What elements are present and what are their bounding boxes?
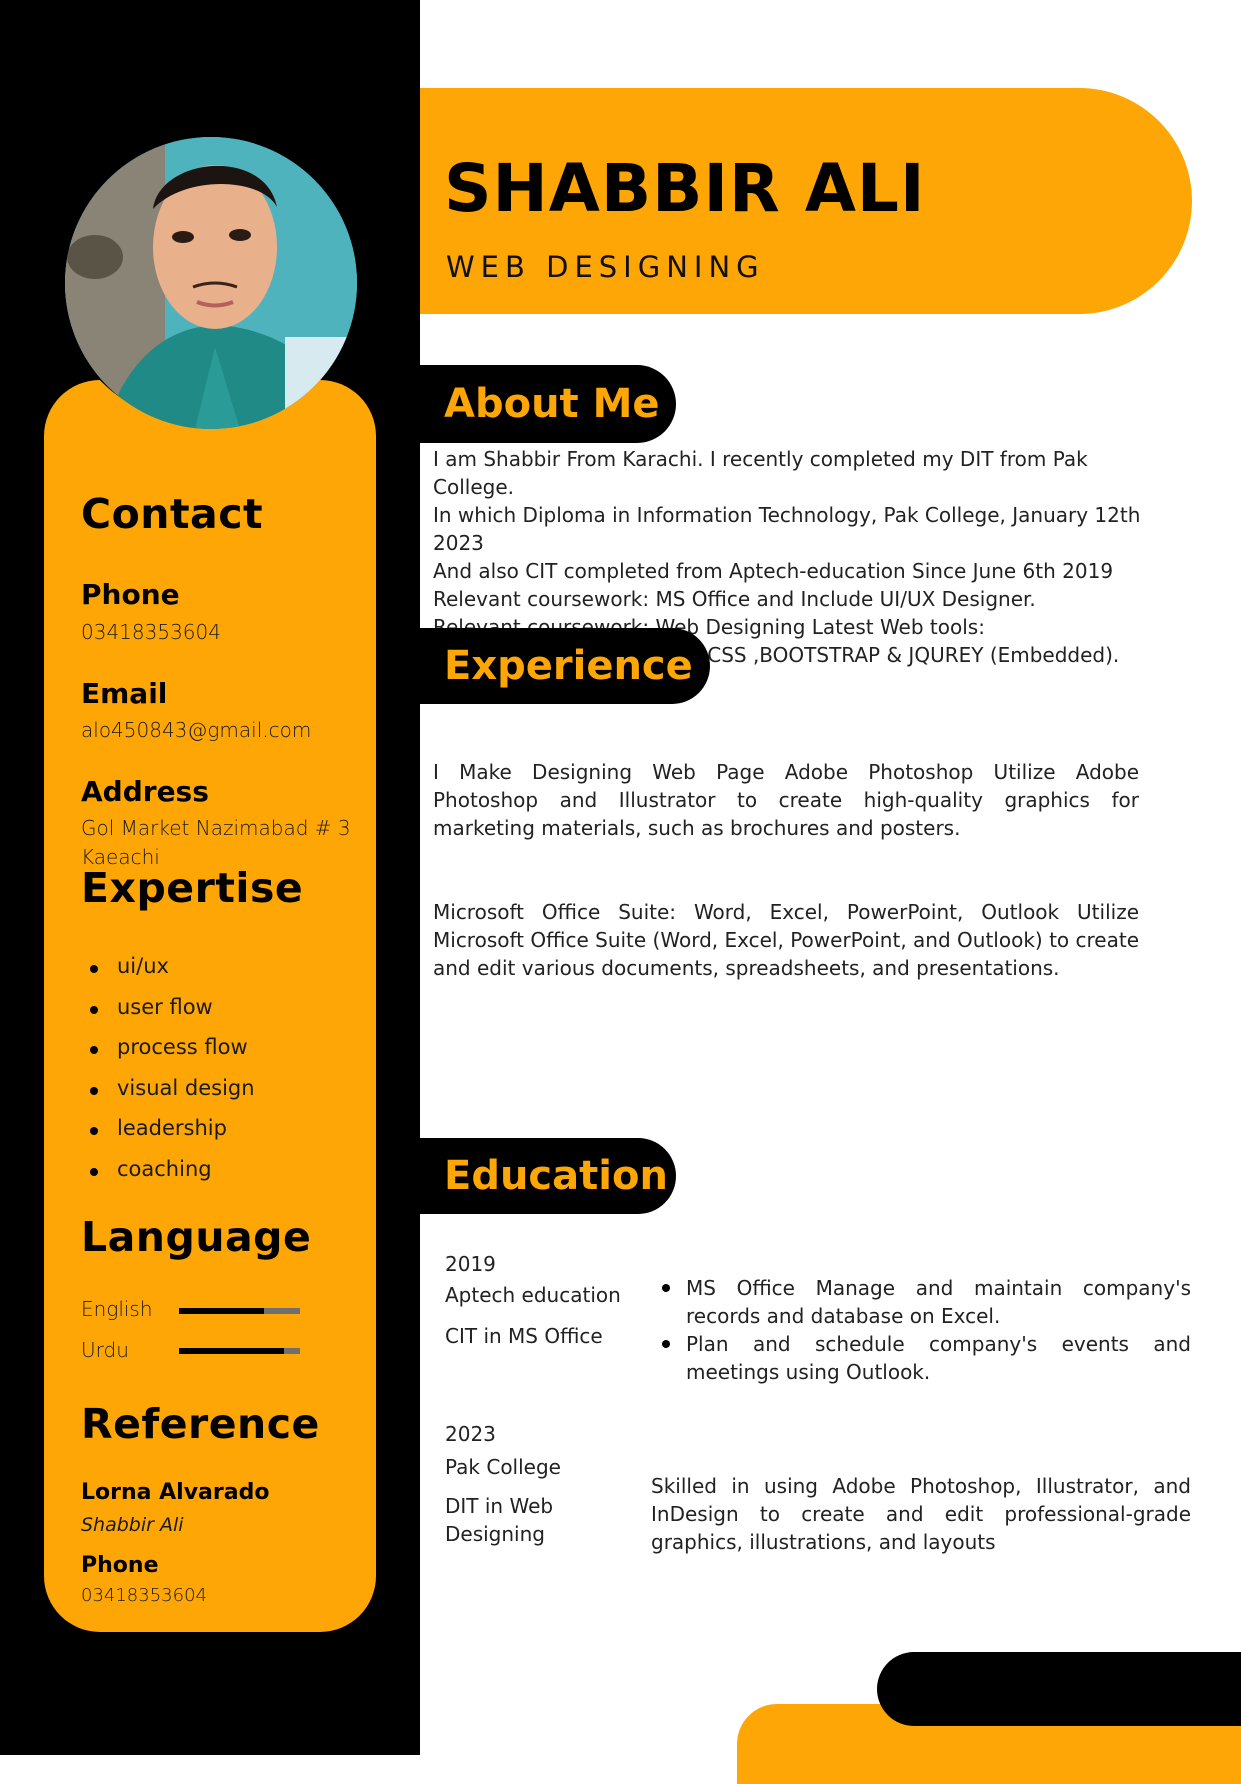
expertise-heading: Expertise (81, 864, 304, 912)
language-bar-english (179, 1308, 300, 1314)
education-school: Pak College (445, 1455, 561, 1479)
address-line-1: Gol Market Nazimabad # 3 (81, 816, 351, 840)
about-line: In which Diploma in Information Technolo… (433, 503, 1141, 555)
language-name-urdu: Urdu (81, 1338, 129, 1362)
education-bullets: MS Office Manage and maintain company's … (650, 1274, 1191, 1386)
experience-heading: Experience (420, 628, 710, 704)
education-program-line-1: DIT in Web (445, 1494, 554, 1518)
education-year: 2019 (445, 1252, 496, 1276)
language-bar-fill (179, 1308, 264, 1314)
about-line: I am Shabbir From Karachi. I recently co… (433, 447, 1088, 499)
expertise-item: process flow (81, 1035, 361, 1076)
job-title: WEB DESIGNING (446, 250, 765, 284)
language-name-english: English (81, 1297, 153, 1321)
reference-title: Shabbir Ali (81, 1514, 184, 1536)
profile-photo (65, 137, 357, 429)
expertise-item: ui/ux (81, 954, 361, 995)
phone-value: 03418353604 (81, 620, 221, 644)
education-description: Skilled in using Adobe Photoshop, Illust… (651, 1474, 1191, 1554)
expertise-item: user flow (81, 995, 361, 1036)
language-bar-urdu (179, 1348, 300, 1354)
education-bullet: MS Office Manage and maintain company's … (650, 1274, 1191, 1330)
phone-label: Phone (81, 578, 180, 611)
experience-paragraph-2: Microsoft Office Suite: Word, Excel, Pow… (433, 900, 1139, 980)
email-label: Email (81, 677, 168, 710)
education-program-line-2: Designing (445, 1522, 545, 1546)
expertise-list: ui/ux user flow process flow visual desi… (81, 954, 361, 1197)
about-heading: About Me (420, 365, 676, 443)
footer-accent-black (877, 1652, 1241, 1726)
reference-phone-label: Phone (81, 1553, 159, 1578)
about-line: And also CIT completed from Aptech-educa… (433, 559, 1114, 583)
expertise-item: coaching (81, 1157, 361, 1198)
education-heading: Education (420, 1138, 676, 1214)
education-school: Aptech education (445, 1283, 621, 1307)
language-heading: Language (81, 1213, 312, 1261)
language-bar-fill (179, 1348, 285, 1354)
reference-heading: Reference (81, 1400, 320, 1448)
experience-paragraph-1: I Make Designing Web Page Adobe Photosho… (433, 760, 1139, 840)
email-value[interactable]: alo450843@gmail.com (81, 718, 311, 742)
contact-heading: Contact (81, 490, 264, 538)
reference-name: Lorna Alvarado (81, 1480, 270, 1505)
profile-photo-illustration (65, 137, 357, 429)
expertise-item: visual design (81, 1076, 361, 1117)
person-name: SHABBIR ALI (444, 150, 926, 227)
about-line: Relevant coursework: MS Office and Inclu… (433, 587, 1036, 611)
reference-phone-value: 03418353604 (81, 1585, 207, 1606)
expertise-item: leadership (81, 1116, 361, 1157)
education-year: 2023 (445, 1422, 496, 1446)
education-bullet: Plan and schedule company's events and m… (650, 1330, 1191, 1386)
address-label: Address (81, 775, 209, 808)
education-program: CIT in MS Office (445, 1324, 603, 1348)
